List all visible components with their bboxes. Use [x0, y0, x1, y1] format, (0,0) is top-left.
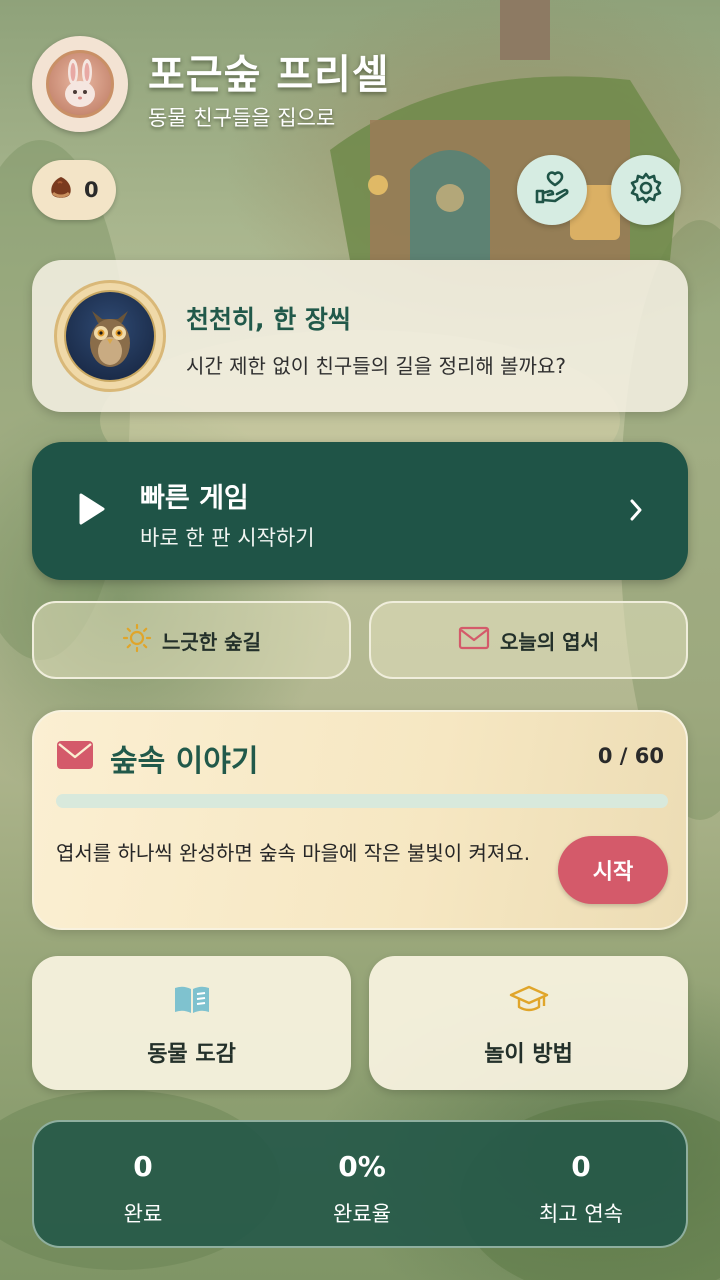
how-to-play-button[interactable]: 놀이 방법 [369, 956, 688, 1090]
chevron-right-icon [628, 497, 644, 527]
stat-best-streak-value: 0 [571, 1150, 591, 1183]
story-title: 숲속 이야기 [110, 744, 259, 779]
heart-hand-icon [533, 169, 571, 211]
donate-button[interactable] [517, 155, 587, 225]
chestnut-count: 0 [84, 178, 99, 202]
settings-button[interactable] [611, 155, 681, 225]
owl-card-text: 시간 제한 없이 친구들의 길을 정리해 볼까요? [186, 354, 566, 378]
rabbit-icon [46, 50, 114, 118]
relaxed-path-button[interactable]: 느긋한 숲길 [32, 601, 351, 679]
animal-guide-label: 동물 도감 [147, 1042, 236, 1067]
envelope-icon [458, 625, 490, 655]
owl-card-title: 천천히, 한 장씩 [186, 305, 351, 334]
owl-medallion [54, 280, 166, 392]
sun-icon [122, 623, 152, 657]
relaxed-path-label: 느긋한 숲길 [162, 629, 261, 654]
profile-avatar[interactable] [32, 36, 128, 132]
book-icon [172, 984, 212, 1020]
animal-guide-button[interactable]: 동물 도감 [32, 956, 351, 1090]
daily-postcard-label: 오늘의 엽서 [500, 629, 599, 654]
stat-best-streak-label: 최고 연속 [539, 1202, 623, 1226]
forest-story-card: 숲속 이야기 0 / 60 엽서를 하나씩 완성하면 숲속 마을에 작은 불빛이… [32, 710, 688, 930]
chestnut-counter[interactable]: 0 [32, 160, 116, 220]
app-title: 포근숲 프리셀 [148, 52, 390, 98]
quick-game-title: 빠른 게임 [140, 483, 249, 514]
play-icon [78, 492, 106, 530]
graduation-cap-icon [509, 984, 549, 1020]
daily-postcard-button[interactable]: 오늘의 엽서 [369, 601, 688, 679]
stat-completion-rate-label: 완료율 [333, 1202, 391, 1226]
quick-game-button[interactable]: 빠른 게임 바로 한 판 시작하기 [32, 442, 688, 580]
story-description: 엽서를 하나씩 완성하면 숲속 마을에 작은 불빛이 켜져요. [56, 841, 531, 865]
story-progress-bar [56, 794, 668, 808]
stat-completed: 0 완료 [34, 1122, 252, 1250]
mail-icon [56, 740, 94, 774]
stat-best-streak: 0 최고 연속 [472, 1122, 690, 1250]
quick-game-subtitle: 바로 한 판 시작하기 [140, 526, 315, 550]
stat-completed-value: 0 [133, 1150, 153, 1183]
stat-completion-rate: 0% 완료율 [253, 1122, 471, 1250]
story-progress-text: 0 / 60 [597, 744, 664, 768]
gear-icon [629, 171, 663, 209]
stat-completed-label: 완료 [123, 1202, 163, 1226]
stat-completion-rate-value: 0% [338, 1150, 386, 1183]
how-to-play-label: 놀이 방법 [484, 1042, 573, 1067]
owl-tip-card: 천천히, 한 장씩 시간 제한 없이 친구들의 길을 정리해 볼까요? [32, 260, 688, 412]
chestnut-icon [48, 175, 74, 205]
owl-icon [64, 290, 156, 382]
stats-panel: 0 완료 0% 완료율 0 최고 연속 [32, 1120, 688, 1248]
story-start-button[interactable]: 시작 [558, 836, 668, 904]
app-subtitle: 동물 친구들을 집으로 [148, 106, 336, 130]
